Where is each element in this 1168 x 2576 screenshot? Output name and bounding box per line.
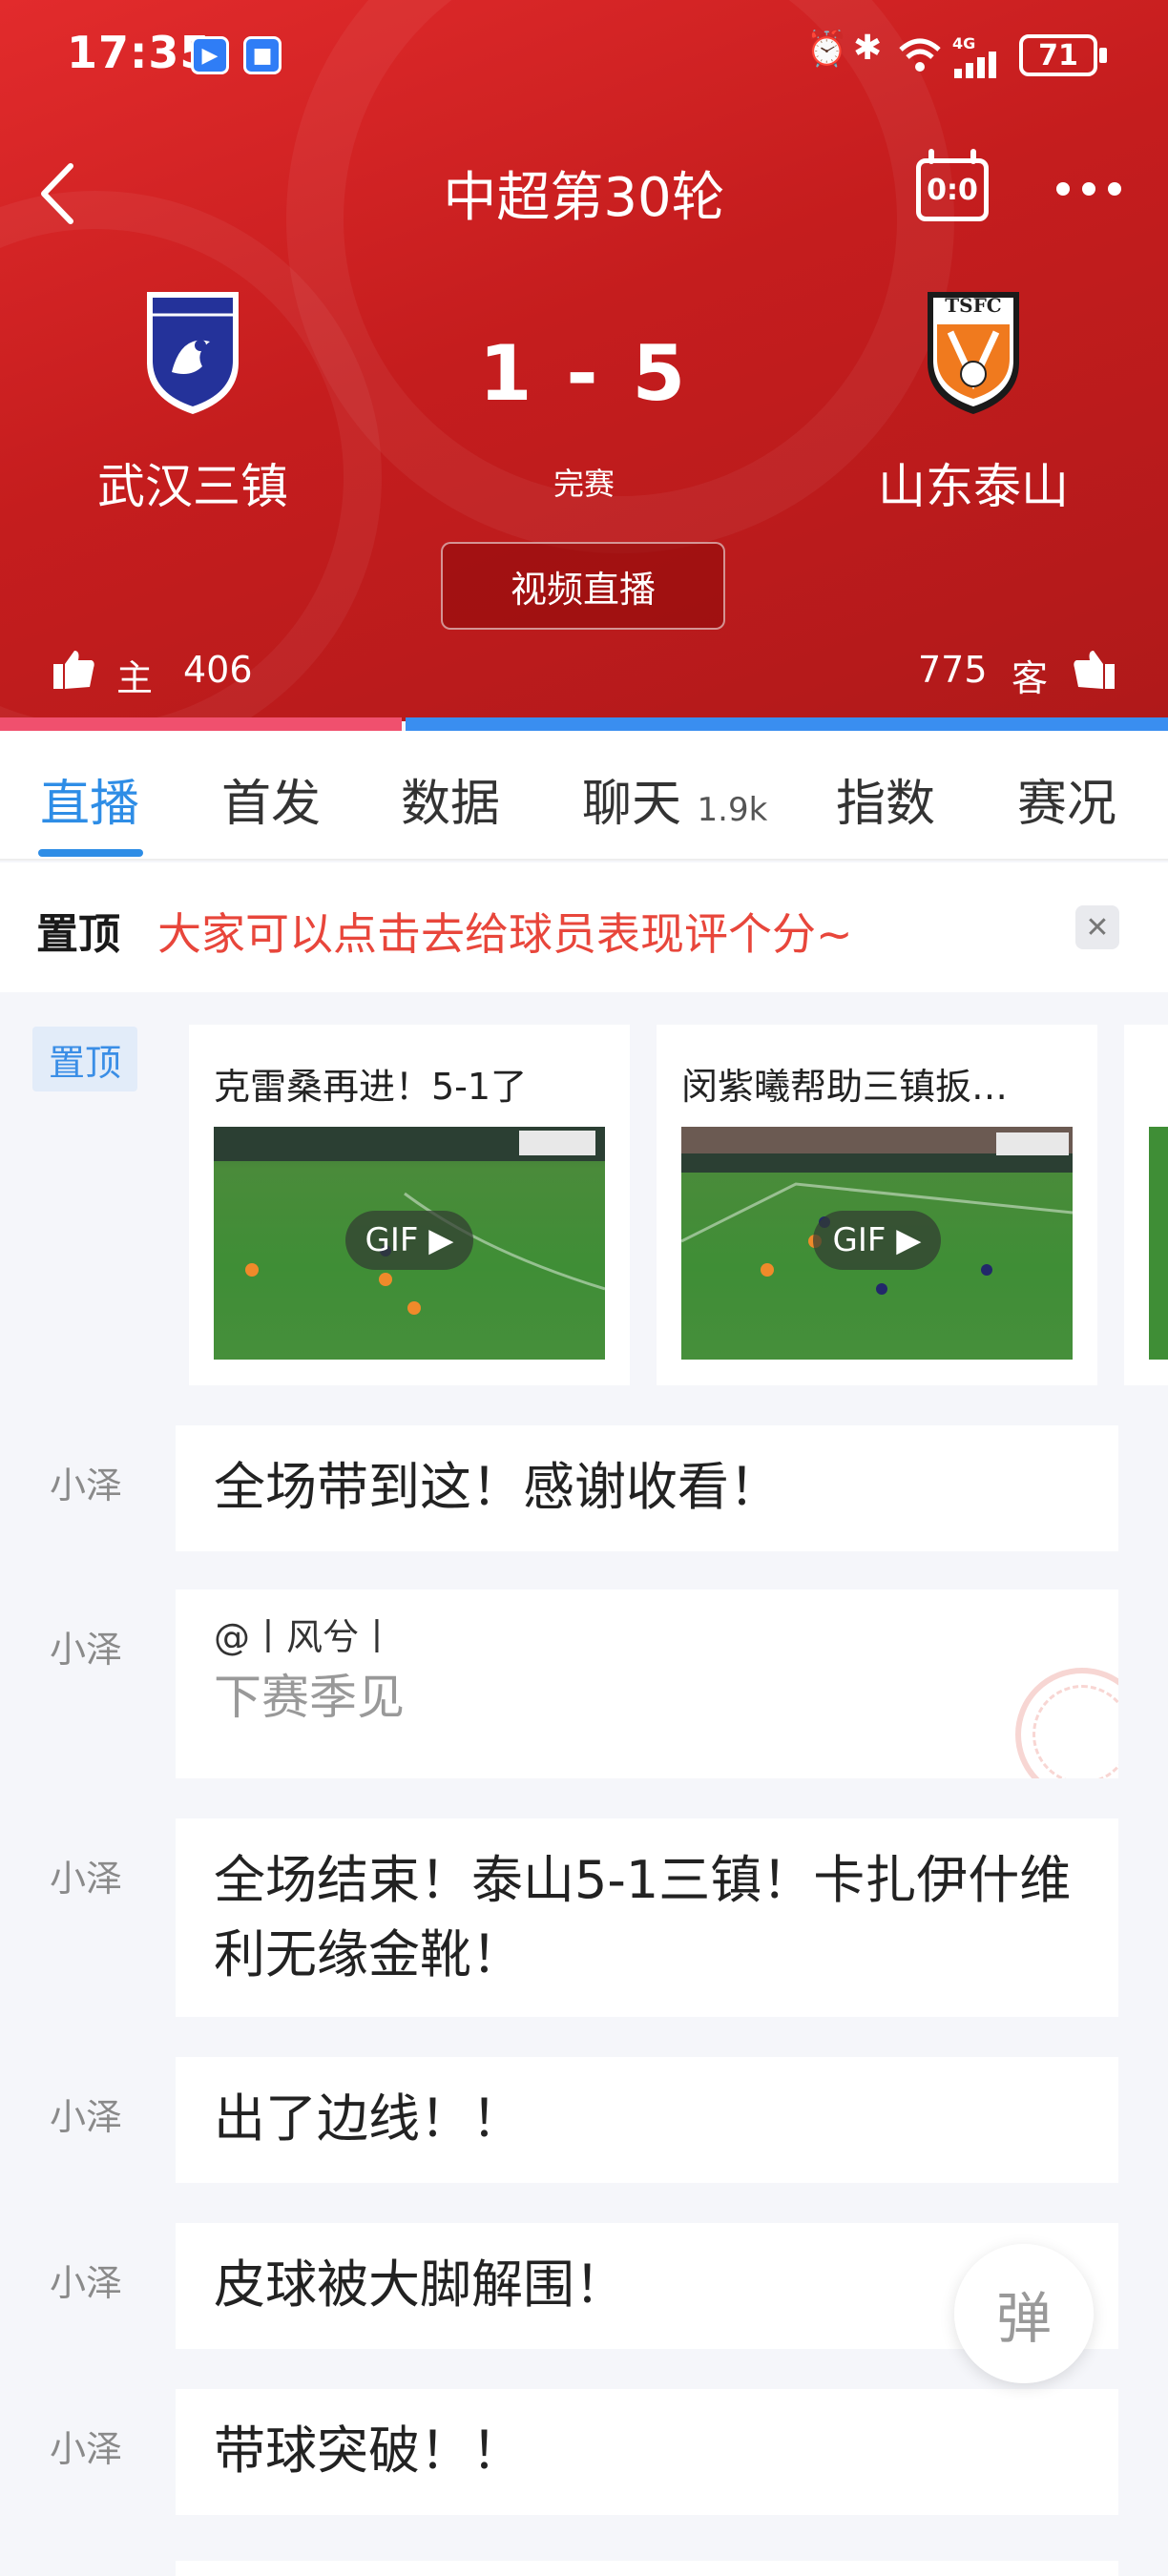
tab-live[interactable]: 直播 (40, 763, 139, 835)
highlight-thumbnail: GIF ▶ (681, 1127, 1073, 1360)
more-icon[interactable] (1053, 177, 1124, 204)
tab-chat[interactable]: 聊天 1.9k (582, 763, 767, 835)
away-likes-label: 客 (1012, 657, 1049, 699)
notification-app-icon: ■ (243, 36, 282, 74)
bluetooth-icon: ✱ (853, 29, 883, 68)
match-score: 1 - 5 (478, 329, 690, 418)
back-icon[interactable] (34, 160, 82, 231)
match-state: 完赛 (553, 466, 615, 502)
message-bubble: 全场结束！泰山5-1三镇！卡扎伊什维利无缘金靴！ (176, 1818, 1118, 2017)
pinned-label: 置顶 (36, 910, 120, 959)
danmu-toggle-button[interactable]: 弹 (954, 2244, 1094, 2383)
active-tab-indicator (38, 849, 143, 857)
highlight-title: 闵紫曦帮助三镇扳… (681, 1066, 1009, 1108)
notification-app-icon: ▶ (191, 36, 229, 74)
gif-play-badge: GIF ▶ (345, 1211, 473, 1270)
scoreboard-icon-pin (928, 149, 934, 164)
highlight-card-peek[interactable] (1124, 1025, 1168, 1385)
signal-icon (952, 50, 1006, 82)
message-bubble: @丨风兮丨 下赛季见 (176, 1589, 1118, 1778)
message-bubble: 出了边线！！ (176, 2057, 1118, 2183)
alarm-icon: ⏰ (805, 30, 848, 69)
message-bubble: 全场带到这！感谢收看！ (176, 1425, 1118, 1551)
highlights-pinned-tag: 置顶 (32, 1027, 137, 1091)
message-author: 小泽 (50, 1858, 123, 1900)
message-author: 小泽 (50, 2262, 123, 2304)
highlight-card[interactable]: 闵紫曦帮助三镇扳… GIF ▶ (657, 1025, 1097, 1385)
away-support-bar (406, 717, 1168, 731)
message-bubble (176, 2561, 1118, 2576)
home-likes-label: 主 (116, 657, 154, 699)
message-bubble: 带球突破！！ (176, 2389, 1118, 2515)
tab-match-status[interactable]: 赛况 (1017, 763, 1116, 835)
highlight-thumbnail (1149, 1127, 1168, 1360)
battery-cap (1099, 48, 1107, 63)
message-text: 全场带到这！感谢收看！ (214, 1457, 781, 1517)
home-team-name: 武汉三镇 (97, 459, 288, 514)
message-author: 小泽 (50, 2096, 123, 2138)
away-team-name: 山东泰山 (878, 459, 1069, 514)
scoreboard-icon-pin (970, 149, 976, 164)
message-text: 出了边线！！ (214, 2088, 523, 2149)
message-text: 全场结束！泰山5-1三镇！卡扎伊什维利无缘金靴！ (214, 1850, 1072, 1984)
highlight-card[interactable]: 克雷桑再进！5-1了 GIF ▶ (189, 1025, 630, 1385)
gif-play-badge: GIF ▶ (813, 1211, 941, 1270)
video-live-button[interactable]: 视频直播 (441, 542, 725, 630)
battery-icon: 71 (1019, 34, 1097, 76)
wifi-icon (897, 36, 943, 78)
pinned-notice-text[interactable]: 大家可以点击去给球员表现评个分~ (157, 900, 853, 963)
page-title: 中超第30轮 (443, 167, 725, 229)
away-team-badge-text: TSFC (945, 294, 1002, 317)
highlight-title: 克雷桑再进！5-1了 (214, 1066, 528, 1108)
message-quote: @丨风兮丨 (214, 1616, 396, 1658)
message-text: 皮球被大脚解围！ (214, 2254, 626, 2315)
message-author: 小泽 (50, 2428, 123, 2470)
close-icon[interactable]: ✕ (1075, 905, 1119, 949)
message-author: 小泽 (50, 1465, 123, 1506)
home-likes-count: 406 (183, 649, 253, 691)
chat-count-badge: 1.9k (697, 791, 768, 829)
status-time: 17:35 (67, 27, 212, 78)
message-text: 下赛季见 (214, 1670, 405, 1725)
message-text: 带球突破！！ (214, 2420, 523, 2481)
scoreboard-icon[interactable]: 0:0 (916, 158, 989, 221)
away-like-icon[interactable] (1073, 647, 1116, 695)
home-like-icon[interactable] (52, 647, 95, 695)
away-likes-count: 775 (918, 649, 988, 691)
home-team-logo[interactable] (143, 286, 242, 420)
tab-stats[interactable]: 数据 (401, 763, 500, 835)
tab-odds[interactable]: 指数 (836, 763, 935, 835)
home-support-bar (0, 717, 402, 731)
message-author: 小泽 (50, 1629, 123, 1671)
tab-lineup[interactable]: 首发 (221, 763, 321, 835)
highlight-thumbnail: GIF ▶ (214, 1127, 605, 1360)
